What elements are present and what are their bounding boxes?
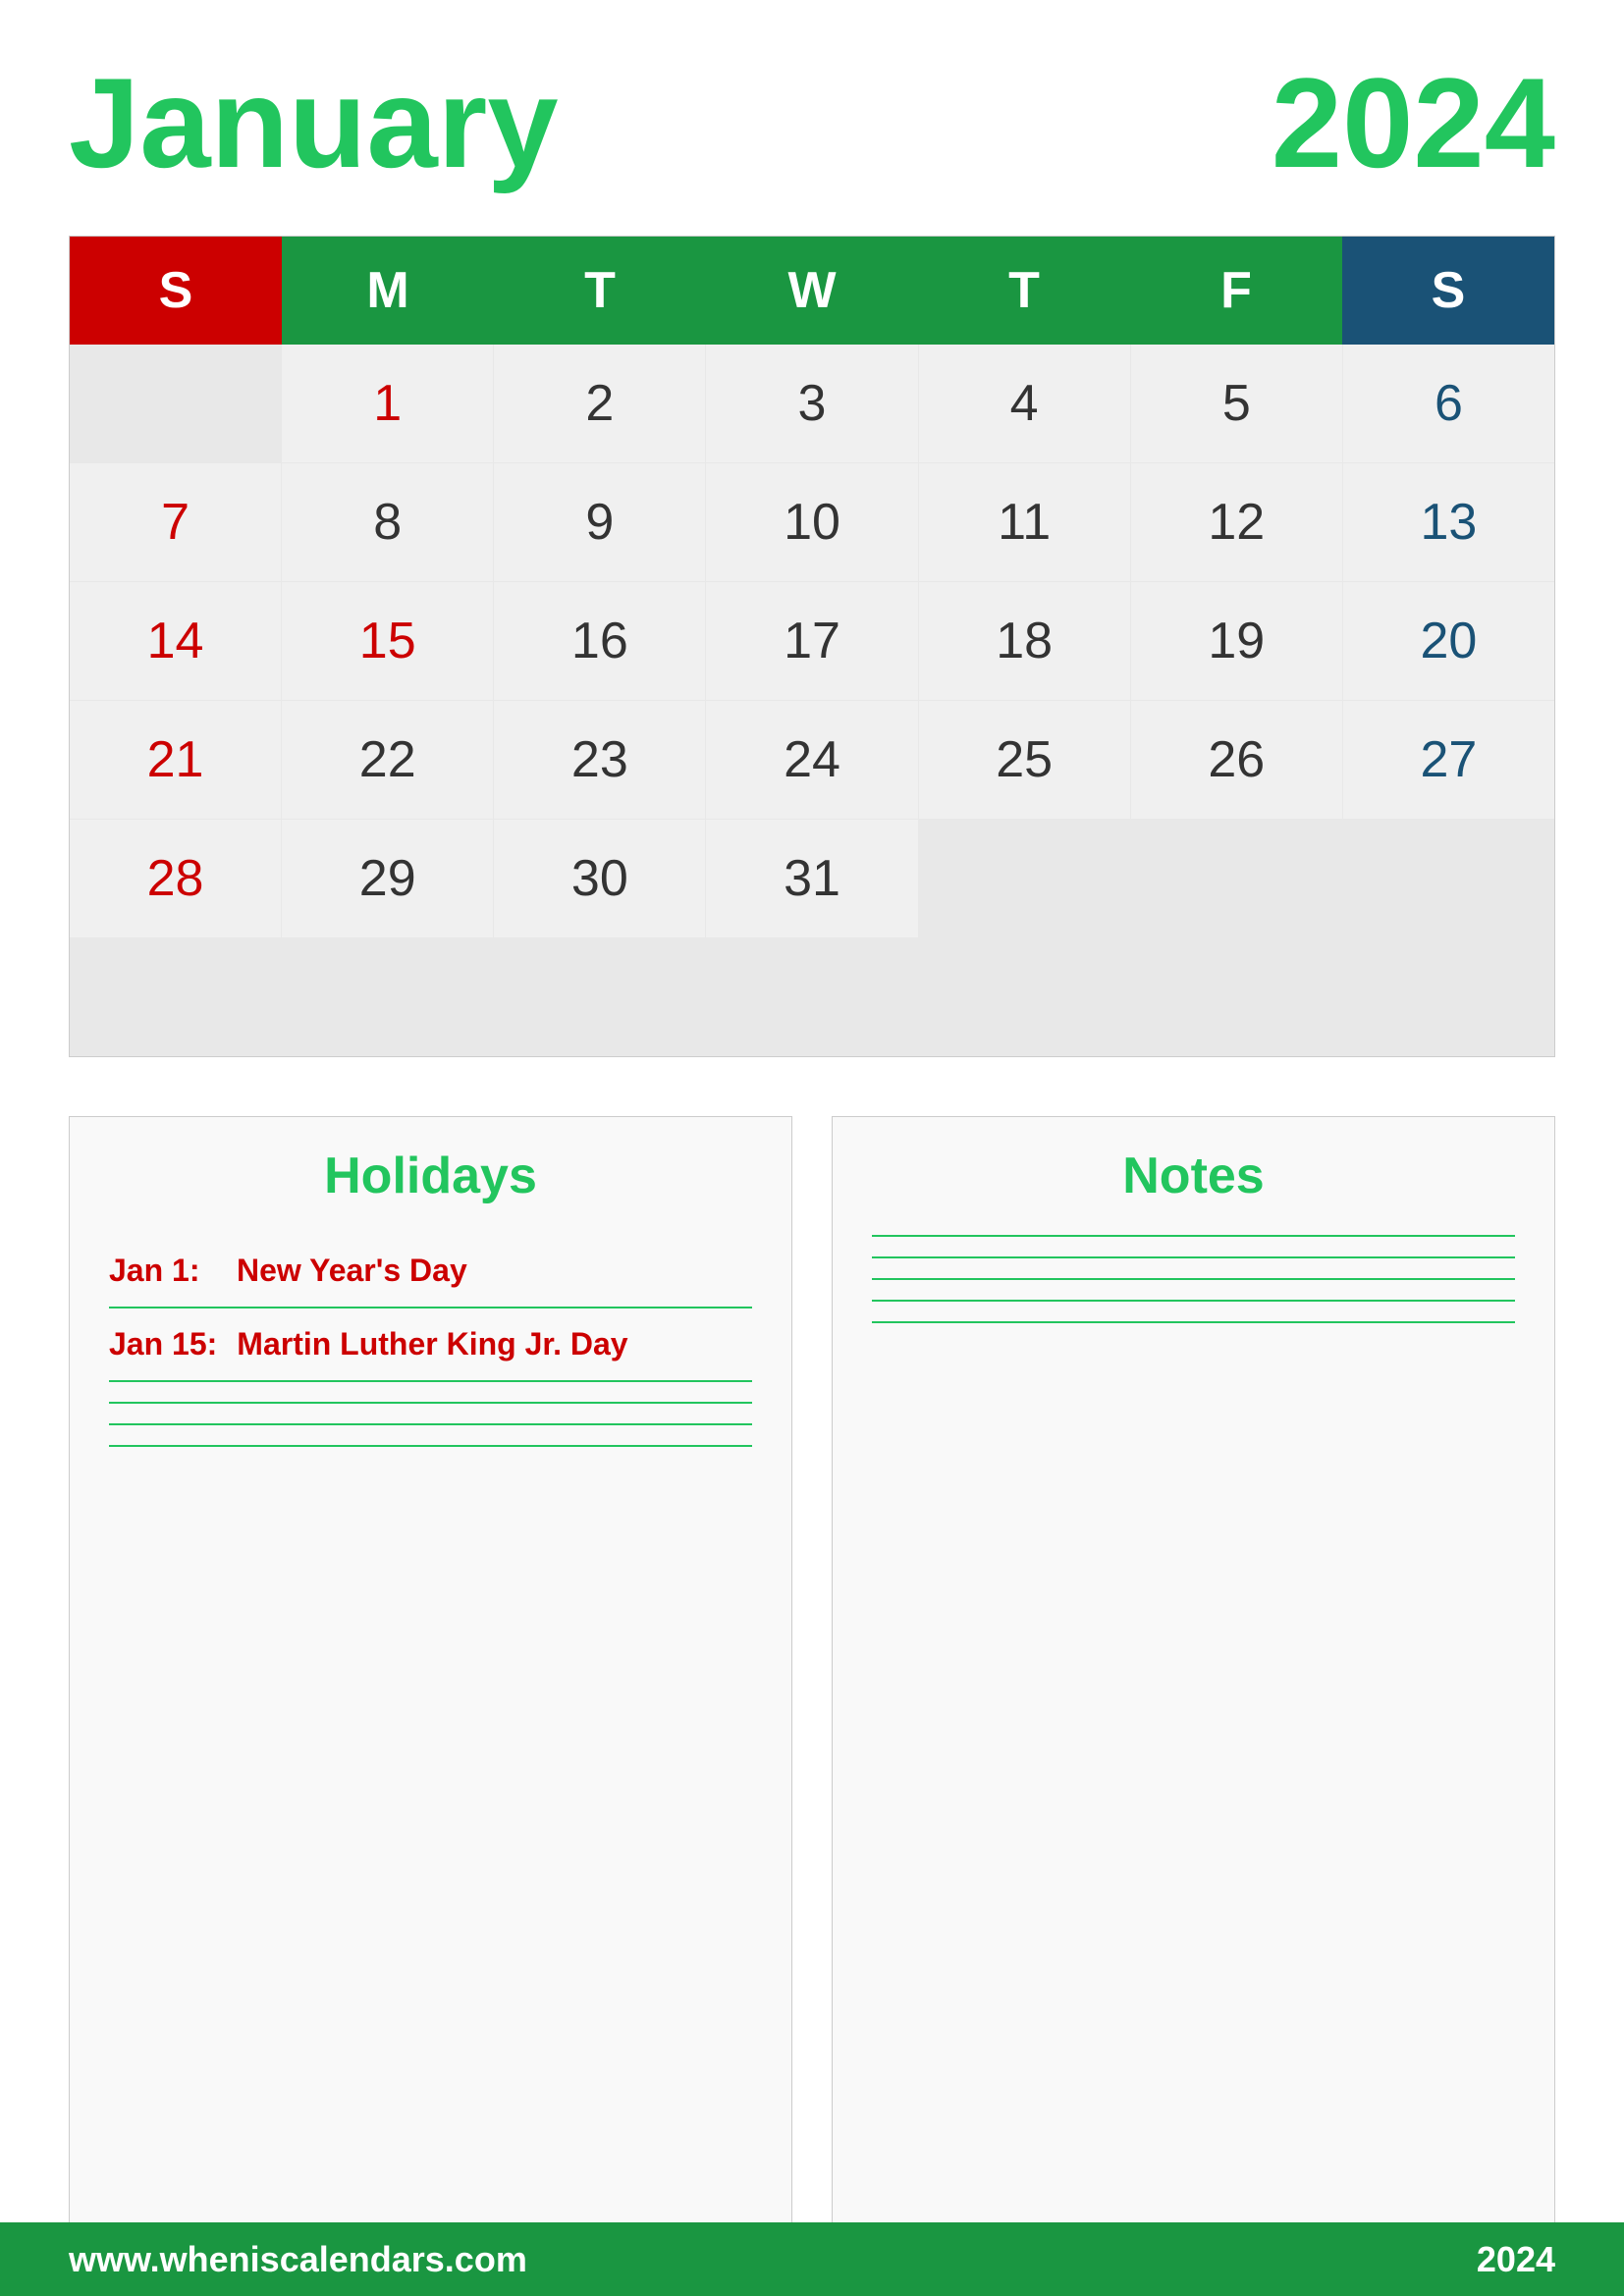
day-cell: 14	[70, 582, 281, 700]
holiday-item-1: Jan 1: New Year's Day	[109, 1235, 752, 1308]
day-header-saturday: S	[1342, 237, 1554, 345]
day-cell: 20	[1343, 582, 1554, 700]
day-cell	[1131, 820, 1342, 937]
day-cell: 26	[1131, 701, 1342, 819]
day-cell: 24	[706, 701, 917, 819]
holiday-item-2: Jan 15: Martin Luther King Jr. Day	[109, 1308, 752, 1382]
year-title: 2024	[1272, 59, 1555, 187]
day-cell: 1	[282, 345, 493, 462]
day-header-tuesday: T	[494, 237, 706, 345]
day-cell	[1343, 820, 1554, 937]
day-header-friday: F	[1130, 237, 1342, 345]
day-cell: 31	[706, 820, 917, 937]
day-cell	[919, 820, 1130, 937]
notes-box: Notes	[832, 1116, 1555, 2296]
day-cell: 27	[1343, 701, 1554, 819]
day-cell: 18	[919, 582, 1130, 700]
day-cell: 6	[1343, 345, 1554, 462]
day-cell: 21	[70, 701, 281, 819]
day-cell	[282, 938, 493, 1056]
day-cell: 4	[919, 345, 1130, 462]
notes-line-4	[872, 1300, 1515, 1302]
day-cell: 3	[706, 345, 917, 462]
day-cell	[70, 345, 281, 462]
day-cell: 7	[70, 463, 281, 581]
holidays-title: Holidays	[109, 1147, 752, 1205]
day-cell	[706, 938, 917, 1056]
footer-year: 2024	[1477, 2239, 1555, 2280]
bottom-section: Holidays Jan 1: New Year's Day Jan 15: M…	[69, 1116, 1555, 2296]
day-headers-row: S M T W T F S	[70, 237, 1554, 345]
day-cell: 15	[282, 582, 493, 700]
day-cell: 8	[282, 463, 493, 581]
day-cell: 10	[706, 463, 917, 581]
page: January 2024 S M T W T F S 1 2 3 4 5 6 7…	[0, 0, 1624, 2296]
day-cell: 11	[919, 463, 1130, 581]
holiday-date-1: Jan 1:	[109, 1253, 217, 1289]
footer-url: www.wheniscalendars.com	[69, 2239, 527, 2280]
footer: www.wheniscalendars.com 2024	[0, 2222, 1624, 2296]
calendar-container: S M T W T F S 1 2 3 4 5 6 7 8 9 10 11 12…	[69, 236, 1555, 1057]
day-cell: 29	[282, 820, 493, 937]
day-cell: 30	[494, 820, 705, 937]
notes-title: Notes	[872, 1147, 1515, 1205]
day-cell	[1343, 938, 1554, 1056]
day-cell: 17	[706, 582, 917, 700]
day-cell	[70, 938, 281, 1056]
day-cell	[1131, 938, 1342, 1056]
day-cell: 25	[919, 701, 1130, 819]
notes-line-3	[872, 1278, 1515, 1280]
day-cell: 9	[494, 463, 705, 581]
notes-line-5	[872, 1321, 1515, 1323]
day-cell: 22	[282, 701, 493, 819]
day-cell: 13	[1343, 463, 1554, 581]
day-cell: 19	[1131, 582, 1342, 700]
day-cell	[919, 938, 1130, 1056]
holidays-box: Holidays Jan 1: New Year's Day Jan 15: M…	[69, 1116, 792, 2296]
notes-line-2	[872, 1256, 1515, 1258]
day-cell: 2	[494, 345, 705, 462]
day-cell: 12	[1131, 463, 1342, 581]
holiday-name-2: Martin Luther King Jr. Day	[237, 1326, 627, 1362]
blank-line-3	[109, 1445, 752, 1447]
day-header-sunday: S	[70, 237, 282, 345]
blank-line-2	[109, 1423, 752, 1425]
calendar-grid: 1 2 3 4 5 6 7 8 9 10 11 12 13 14 15 16 1…	[70, 345, 1554, 1056]
month-title: January	[69, 59, 559, 187]
blank-line-1	[109, 1402, 752, 1404]
notes-line-1	[872, 1235, 1515, 1237]
day-header-wednesday: W	[706, 237, 918, 345]
day-cell: 28	[70, 820, 281, 937]
holiday-date-2: Jan 15:	[109, 1326, 217, 1362]
day-header-thursday: T	[918, 237, 1130, 345]
day-cell	[494, 938, 705, 1056]
holiday-name-1: New Year's Day	[237, 1253, 467, 1289]
day-cell: 23	[494, 701, 705, 819]
day-cell: 16	[494, 582, 705, 700]
day-cell: 5	[1131, 345, 1342, 462]
header: January 2024	[69, 59, 1555, 187]
day-header-monday: M	[282, 237, 494, 345]
